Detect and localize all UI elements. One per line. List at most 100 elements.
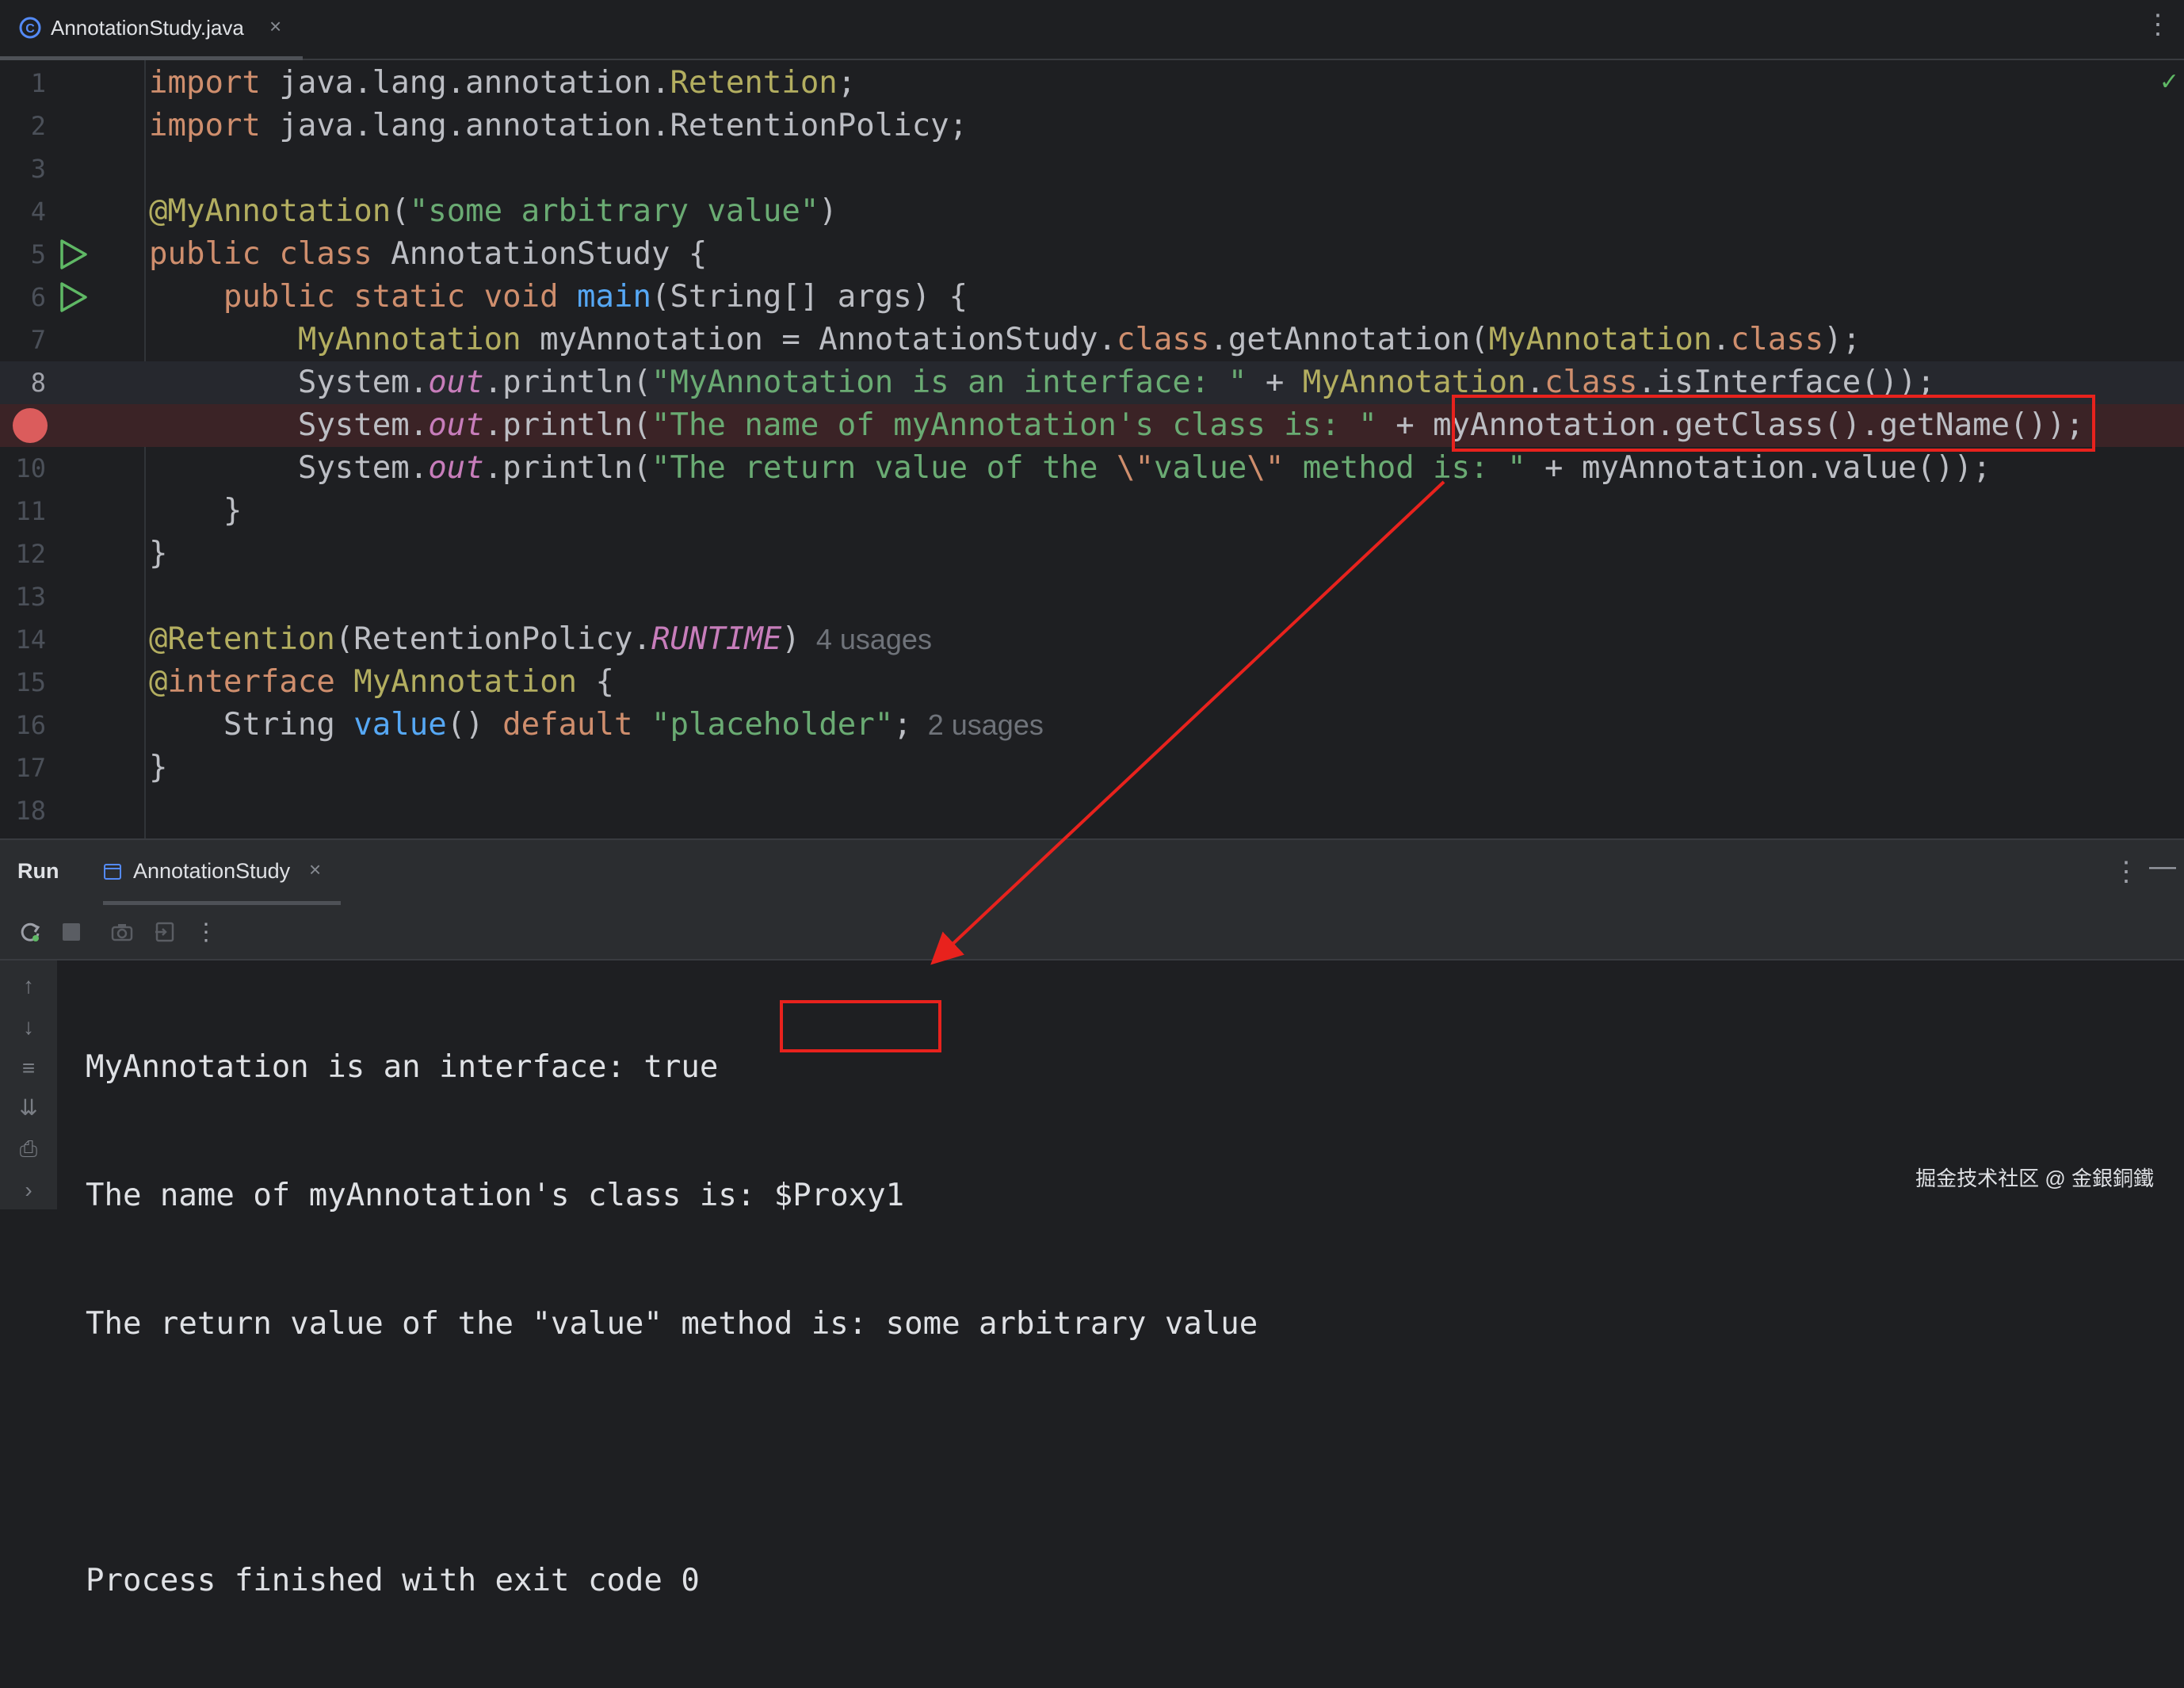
code-token: value — [1153, 450, 1247, 486]
code-text: public static void main(String[] args) { — [149, 276, 968, 319]
code-token: value — [353, 707, 447, 743]
usage-hint[interactable]: 2 usages — [912, 708, 1044, 741]
code-token: "placeholder" — [651, 707, 894, 743]
code-token: MyAnnotation — [1488, 322, 1712, 357]
code-token: (String[] args) { — [651, 279, 968, 315]
line-number[interactable]: 1 — [0, 62, 46, 105]
code-line[interactable]: 14 @Retention(RetentionPolicy.RUNTIME) 4 … — [0, 618, 2184, 661]
console-output[interactable]: MyAnnotation is an interface: true The n… — [86, 960, 1258, 1688]
code-line[interactable]: 6 public static void main(String[] args)… — [0, 276, 2184, 319]
code-token: \" — [1116, 450, 1154, 486]
code-token: } — [149, 536, 168, 571]
line-number[interactable]: 4 — [0, 190, 46, 233]
run-toolbar: ⋮ — [0, 905, 2184, 960]
svg-text:C: C — [25, 22, 35, 36]
soft-wrap-icon[interactable]: ≡ — [14, 1054, 43, 1083]
code-text: @interface MyAnnotation { — [149, 661, 614, 704]
code-line[interactable]: 16 String value() default "placeholder";… — [0, 704, 2184, 747]
code-token: myAnnotation = AnnotationStudy. — [521, 322, 1117, 357]
code-token: (RetentionPolicy. — [334, 621, 651, 657]
code-line[interactable]: 1 import java.lang.annotation.Retention; — [0, 62, 2184, 105]
more-options-icon[interactable]: ⋮ — [2113, 856, 2140, 888]
minimize-icon[interactable]: — — [2149, 851, 2176, 882]
more-options-icon[interactable]: ⋮ — [2144, 11, 2171, 38]
code-token: String — [149, 707, 354, 743]
line-number[interactable]: 11 — [0, 490, 46, 533]
code-token: @MyAnnotation — [149, 193, 391, 229]
code-line[interactable]: 13 — [0, 575, 2184, 618]
code-line[interactable]: 10 System.out.println("The return value … — [0, 447, 2184, 490]
line-number[interactable]: 17 — [0, 747, 46, 789]
console-icon — [104, 864, 121, 880]
code-token: interface — [167, 664, 335, 700]
scroll-to-end-icon[interactable]: ⇊ — [14, 1094, 43, 1122]
line-number[interactable]: 2 — [0, 105, 46, 147]
line-number[interactable]: 12 — [0, 533, 46, 575]
code-line[interactable]: 5 public class AnnotationStudy { — [0, 233, 2184, 276]
editor-tab-bar: C AnnotationStudy.java × ⋮ — [0, 0, 2184, 60]
code-line[interactable]: 7 MyAnnotation myAnnotation = Annotation… — [0, 319, 2184, 361]
code-token: Retention — [670, 65, 838, 101]
run-icon[interactable] — [57, 281, 90, 314]
code-token: @ — [149, 664, 168, 700]
exit-icon[interactable] — [151, 918, 179, 946]
close-icon[interactable]: × — [269, 14, 281, 39]
close-icon[interactable]: × — [309, 857, 321, 882]
code-line[interactable]: 12} — [0, 533, 2184, 575]
code-line[interactable]: 15 @interface MyAnnotation { — [0, 661, 2184, 704]
line-number[interactable]: 16 — [0, 704, 46, 747]
line-number[interactable]: 3 — [0, 147, 46, 190]
line-number[interactable]: 14 — [0, 618, 46, 661]
code-editor[interactable]: 1 import java.lang.annotation.Retention; 2… — [0, 60, 2184, 838]
code-token: @Retention — [149, 621, 335, 657]
tab-run-annotation-study[interactable]: AnnotationStudy × — [103, 840, 341, 905]
code-token: import — [149, 65, 261, 101]
code-token: RUNTIME — [651, 621, 782, 657]
console-line: The return value of the "value" method i… — [86, 1306, 1258, 1342]
code-text: import java.lang.annotation.Retention; — [149, 62, 856, 105]
code-line[interactable]: 18 — [0, 789, 2184, 832]
java-class-icon: C — [19, 17, 41, 39]
arrow-up-icon[interactable]: ↑ — [14, 972, 43, 1000]
code-text: public class AnnotationStudy { — [149, 233, 707, 276]
stop-icon[interactable] — [57, 918, 86, 946]
line-number[interactable]: 15 — [0, 661, 46, 704]
code-token: + myAnnotation.value()); — [1525, 450, 1991, 486]
breakpoint-icon[interactable] — [13, 408, 48, 443]
code-token: java.lang.annotation. — [260, 65, 670, 101]
code-text: } — [149, 490, 242, 533]
code-text: @Retention(RetentionPolicy.RUNTIME) 4 us… — [149, 618, 932, 661]
chevron-right-icon[interactable]: › — [14, 1176, 43, 1205]
run-panel-header: Run AnnotationStudy × ⋮ — — [0, 838, 2184, 905]
arrow-down-icon[interactable]: ↓ — [14, 1013, 43, 1041]
console-line: ​ — [86, 1431, 1258, 1474]
line-number[interactable]: 8 — [0, 361, 46, 404]
line-number[interactable]: 7 — [0, 319, 46, 361]
line-number[interactable]: 6 — [0, 276, 46, 319]
code-token: "The name of myAnnotation's class is: " — [651, 407, 1377, 443]
line-number[interactable]: 10 — [0, 447, 46, 490]
code-token: + — [1247, 365, 1303, 400]
code-line[interactable]: 2 import java.lang.annotation.RetentionPo… — [0, 105, 2184, 147]
print-icon[interactable]: ⎙ — [14, 1135, 43, 1163]
code-line[interactable]: 17} — [0, 747, 2184, 789]
code-token: out — [428, 450, 484, 486]
code-token: java.lang.annotation.RetentionPolicy; — [260, 108, 968, 143]
run-icon[interactable] — [57, 238, 90, 271]
code-token: ) — [819, 193, 838, 229]
code-line[interactable]: 3 — [0, 147, 2184, 190]
rerun-icon[interactable] — [16, 918, 44, 946]
usage-hint[interactable]: 4 usages — [800, 623, 932, 655]
code-line[interactable]: 11 } — [0, 490, 2184, 533]
camera-icon[interactable] — [108, 918, 136, 946]
line-number[interactable]: 18 — [0, 789, 46, 832]
code-token: "some arbitrary value" — [409, 193, 819, 229]
more-options-icon[interactable]: ⋮ — [192, 918, 220, 946]
line-number[interactable]: 5 — [0, 233, 46, 276]
line-number[interactable]: 13 — [0, 575, 46, 618]
code-token: import — [149, 108, 261, 143]
tab-annotation-study[interactable]: C AnnotationStudy.java × — [0, 0, 303, 60]
code-line[interactable]: 4 @MyAnnotation("some arbitrary value") — [0, 190, 2184, 233]
